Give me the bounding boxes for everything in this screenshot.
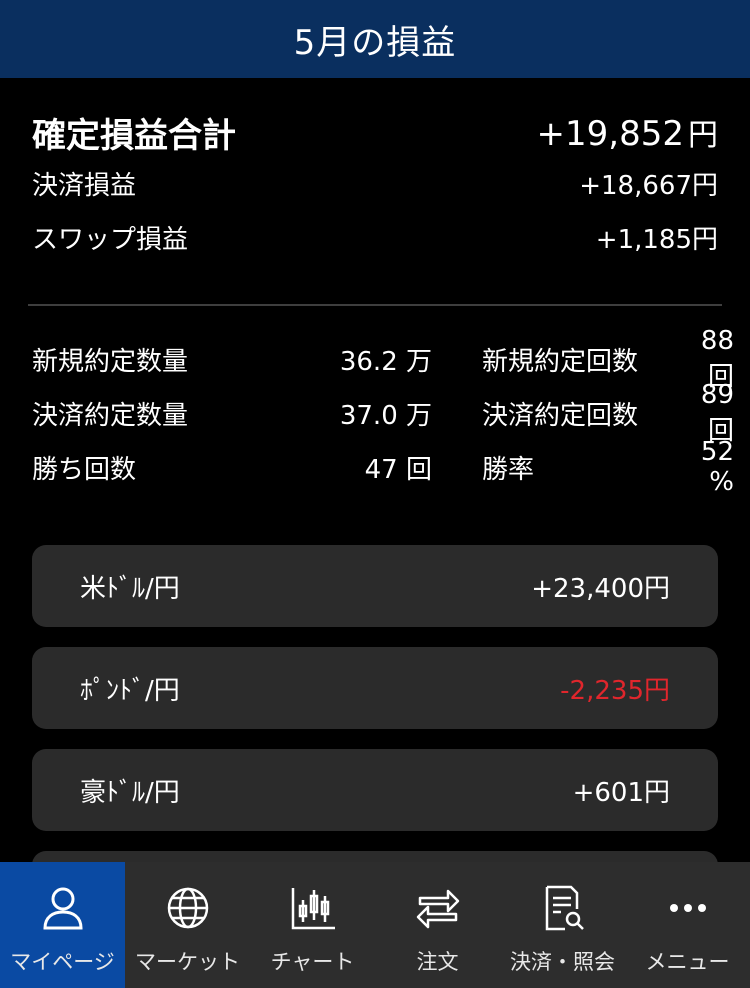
nav-label: マイページ: [10, 950, 115, 974]
globe-icon: [164, 884, 212, 932]
more-dots-icon: [664, 884, 712, 932]
nav-menu[interactable]: メニュー: [625, 862, 750, 988]
page-title: 5月の損益: [293, 22, 457, 63]
settlement-pl-row: 決済損益 +18,667円: [32, 156, 718, 210]
pl-summary: 確定損益合計 +19,852 円 決済損益 +18,667円 スワップ損益 +1,…: [32, 108, 718, 264]
person-icon: [39, 884, 87, 932]
swap-pl-row: スワップ損益 +1,185円: [32, 210, 718, 264]
swap-pl-value: +1,185円: [595, 224, 718, 255]
stat-row: 勝ち回数 47 回 勝率 52 %: [32, 437, 734, 497]
bottom-nav: マイページ マーケット チャート 注文 決済・照会 メニュー: [0, 862, 750, 988]
currency-pair-pl: +601円: [572, 777, 670, 808]
stat-row: 新規約定数量 36.2 万 新規約定回数 88 回: [32, 326, 734, 392]
settlement-pl-value: +18,667円: [579, 170, 718, 201]
currency-pair-pl: -2,235円: [560, 675, 670, 706]
total-pl-amount: +19,852: [536, 114, 684, 154]
stat-label: 決済約定回数: [482, 400, 639, 431]
stat-value: 47 回: [364, 454, 432, 485]
nav-settlement[interactable]: 決済・照会: [500, 862, 625, 988]
total-pl-label: 確定損益合計: [32, 115, 236, 156]
currency-pair-card-audjpy[interactable]: 豪ﾄﾞﾙ/円 +601円: [32, 749, 718, 831]
swap-arrows-icon: [414, 884, 462, 932]
currency-pair-name: 米ﾄﾞﾙ/円: [80, 573, 180, 604]
nav-order[interactable]: 注文: [375, 862, 500, 988]
total-pl-value: +19,852 円: [537, 110, 718, 154]
header-bar: 5月の損益: [0, 0, 750, 78]
nav-mypage[interactable]: マイページ: [0, 862, 125, 988]
nav-chart[interactable]: チャート: [250, 862, 375, 988]
stat-label: 勝率: [482, 454, 535, 485]
stat-label: 決済約定数量: [32, 400, 189, 431]
nav-market[interactable]: マーケット: [125, 862, 250, 988]
stat-value: 37.0 万: [339, 400, 432, 431]
stat-label: 勝ち回数: [32, 454, 137, 485]
trade-stats: 新規約定数量 36.2 万 新規約定回数 88 回 決済約定数量 37.0 万 …: [32, 326, 734, 498]
currency-pair-pl: +23,400円: [531, 573, 670, 604]
currency-pair-card-usdjpy[interactable]: 米ﾄﾞﾙ/円 +23,400円: [32, 545, 718, 627]
nav-label: メニュー: [645, 950, 730, 974]
settlement-pl-label: 決済損益: [32, 170, 137, 201]
nav-label: 決済・照会: [510, 950, 615, 974]
currency-pair-name: 豪ﾄﾞﾙ/円: [80, 777, 180, 808]
total-pl-unit: 円: [688, 118, 718, 153]
divider: [28, 304, 722, 306]
candlestick-chart-icon: [289, 884, 337, 932]
nav-label: 注文: [416, 950, 459, 974]
currency-pair-name: ﾎﾟﾝﾄﾞ/円: [80, 675, 180, 706]
nav-label: チャート: [270, 950, 355, 974]
nav-label: マーケット: [135, 950, 240, 974]
stat-value: 52 %: [700, 437, 734, 497]
total-pl-row: 確定損益合計 +19,852 円: [32, 108, 718, 156]
stat-label: 新規約定回数: [482, 346, 639, 377]
swap-pl-label: スワップ損益: [32, 224, 189, 255]
stat-label: 新規約定数量: [32, 346, 189, 377]
document-search-icon: [539, 884, 587, 932]
stat-row: 決済約定数量 37.0 万 決済約定回数 89 回: [32, 380, 734, 446]
stat-value: 36.2 万: [339, 346, 432, 377]
currency-pair-card-gbpjpy[interactable]: ﾎﾟﾝﾄﾞ/円 -2,235円: [32, 647, 718, 729]
